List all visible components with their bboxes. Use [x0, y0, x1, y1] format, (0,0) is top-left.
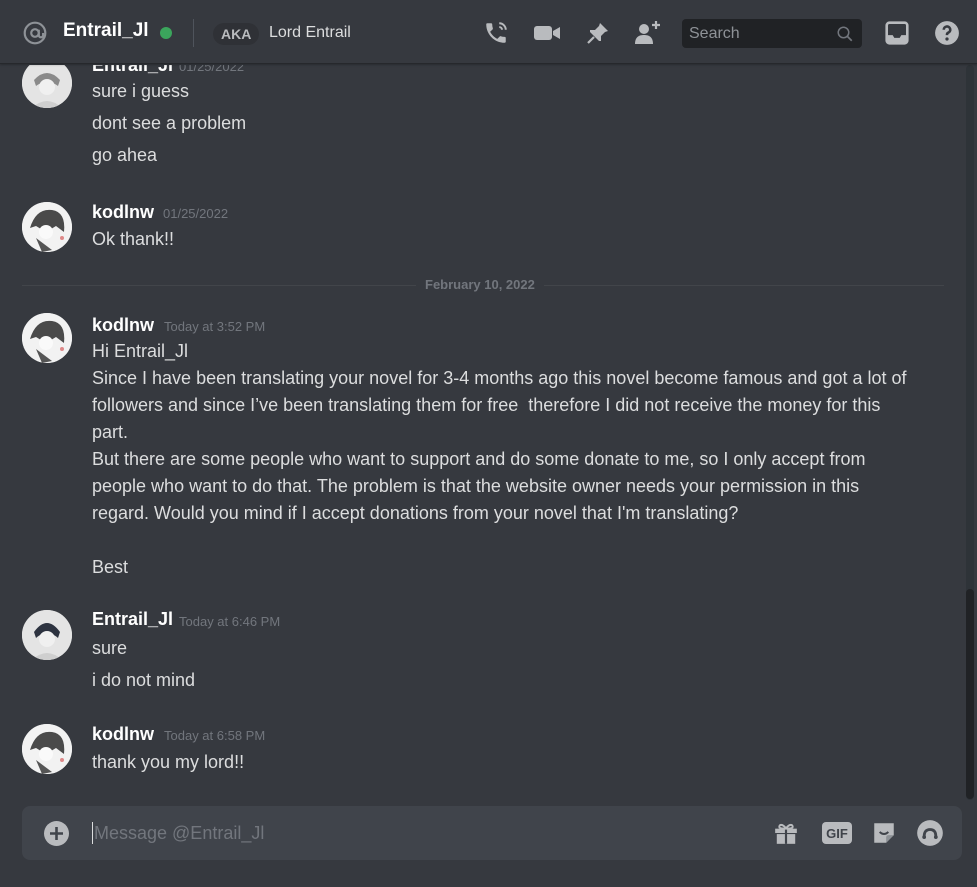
avatar[interactable] — [22, 724, 72, 774]
message-author[interactable]: kodlnw — [92, 202, 154, 223]
message-text: sure i guess — [92, 81, 190, 101]
message-text: But there are some people who want to su… — [92, 449, 871, 523]
pin-icon[interactable] — [584, 19, 612, 47]
call-icon[interactable] — [482, 19, 510, 47]
message-text: Since I have been translating your novel… — [92, 368, 912, 442]
message-timestamp: Today at 6:46 PM — [179, 614, 281, 629]
header-divider — [193, 19, 194, 47]
message-text: Ok thank!! — [92, 229, 175, 249]
date-divider-label: February 10, 2022 — [416, 277, 544, 292]
message-composer: GIF — [22, 806, 962, 860]
search-placeholder: Search — [689, 25, 740, 42]
gif-label: GIF — [822, 822, 852, 844]
message-text: dont see a problem — [92, 113, 247, 133]
message-input[interactable] — [94, 820, 694, 846]
search-icon — [837, 26, 853, 42]
inbox-icon[interactable] — [883, 19, 911, 47]
message-text: thank you my lord!! — [92, 752, 245, 772]
message-author[interactable]: Entrail_Jl — [92, 65, 173, 76]
text-caret — [92, 822, 93, 844]
message-author[interactable]: kodlnw — [92, 724, 154, 745]
message-timestamp: Today at 6:58 PM — [164, 728, 266, 743]
at-icon — [23, 21, 47, 45]
message-author[interactable]: kodlnw — [92, 315, 154, 336]
dm-recipient-name: Entrail_Jl — [63, 20, 149, 41]
message-text: go ahea — [92, 145, 158, 165]
message-text: i do not mind — [92, 670, 196, 690]
message-timestamp: Today at 3:52 PM — [164, 319, 266, 334]
sticker-icon[interactable] — [870, 819, 898, 847]
message-text: sure — [92, 638, 128, 658]
aka-name: Lord Entrail — [269, 24, 351, 41]
message-text: Best — [92, 557, 129, 577]
message-list[interactable]: Entrail_Jl 01/25/2022 sure i guess dont … — [0, 65, 965, 800]
gif-icon[interactable]: GIF — [821, 819, 853, 847]
help-icon[interactable] — [933, 19, 961, 47]
emoji-icon[interactable] — [916, 819, 944, 847]
gift-icon[interactable] — [772, 819, 800, 847]
channel-header: Entrail_Jl AKA Lord Entrail Search — [0, 0, 977, 64]
search-box[interactable]: Search — [682, 19, 862, 48]
avatar[interactable] — [22, 65, 72, 108]
online-status-dot — [160, 27, 172, 39]
message-text: Hi Entrail_Jl — [92, 341, 189, 361]
avatar[interactable] — [22, 202, 72, 252]
add-attachment-button[interactable] — [44, 821, 69, 846]
aka-badge: AKA — [213, 23, 260, 45]
add-friend-icon[interactable] — [634, 19, 662, 47]
message-timestamp: 01/25/2022 — [163, 206, 229, 221]
message-timestamp: 01/25/2022 — [179, 65, 245, 74]
avatar[interactable] — [22, 610, 72, 660]
add-icon — [50, 827, 63, 840]
avatar[interactable] — [22, 313, 72, 363]
scrollbar-thumb[interactable] — [966, 589, 974, 799]
message-author[interactable]: Entrail_Jl — [92, 609, 173, 630]
video-icon[interactable] — [533, 19, 561, 47]
